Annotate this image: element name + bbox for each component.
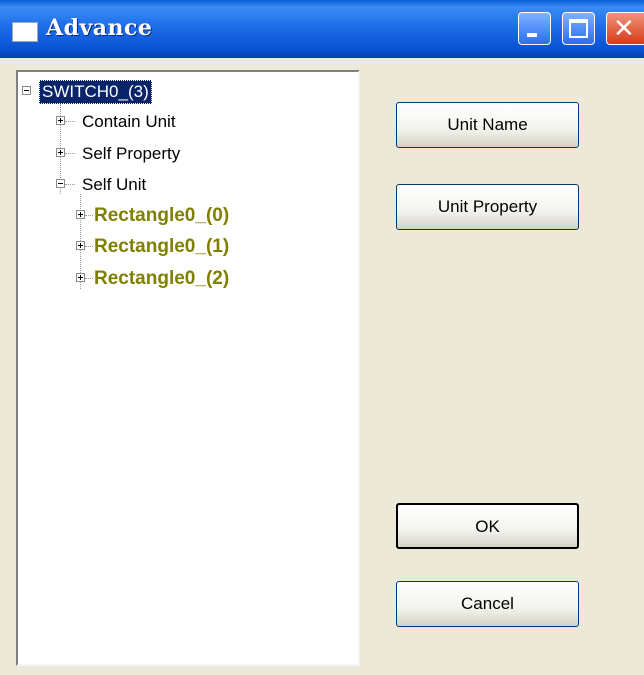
- advance-dialog: Advance ✕ SWITCH0_(3) Contain Unit Self …: [0, 0, 644, 675]
- unit-property-button[interactable]: Unit Property: [396, 184, 579, 230]
- unit-name-button[interactable]: Unit Name: [396, 102, 579, 148]
- tree-collapse-icon[interactable]: [22, 86, 31, 95]
- tree-node-self-property[interactable]: Self Property: [18, 142, 348, 166]
- close-icon: ✕: [613, 14, 635, 44]
- app-icon: [12, 22, 38, 42]
- tree-node-label: SWITCH0_(3): [39, 80, 152, 104]
- tree-node-rectangle-0[interactable]: Rectangle0_(0): [18, 204, 348, 228]
- tree-node-label: Rectangle0_(1): [94, 236, 230, 257]
- maximize-button[interactable]: [562, 12, 595, 45]
- tree-view[interactable]: SWITCH0_(3) Contain Unit Self Property S…: [16, 70, 360, 666]
- tree-node-label: Self Unit: [82, 175, 147, 194]
- window-title: Advance: [46, 15, 153, 41]
- ok-button[interactable]: OK: [396, 503, 579, 549]
- tree-connector: [85, 246, 93, 247]
- tree-node-label: Rectangle0_(2): [94, 268, 230, 289]
- close-button[interactable]: ✕: [606, 12, 644, 45]
- tree-node-rectangle-2[interactable]: Rectangle0_(2): [18, 267, 348, 291]
- tree-expand-icon[interactable]: [56, 148, 65, 157]
- maximize-icon: [569, 19, 588, 38]
- tree-connector: [65, 153, 75, 154]
- tree-node-label: Rectangle0_(0): [94, 205, 230, 226]
- tree-node-label: Contain Unit: [82, 112, 176, 131]
- tree-connector: [65, 184, 75, 185]
- tree-node-self-unit[interactable]: Self Unit: [18, 173, 348, 197]
- tree-expand-icon[interactable]: [76, 273, 85, 282]
- tree-node-label: Self Property: [82, 144, 181, 163]
- tree-connector: [65, 121, 75, 122]
- tree-node-contain-unit[interactable]: Contain Unit: [18, 110, 348, 134]
- tree-collapse-icon[interactable]: [56, 179, 65, 188]
- tree-expand-icon[interactable]: [56, 116, 65, 125]
- minimize-icon: [527, 33, 537, 37]
- tree-expand-icon[interactable]: [76, 210, 85, 219]
- tree-node-root[interactable]: SWITCH0_(3): [18, 80, 348, 104]
- title-bar[interactable]: Advance ✕: [0, 0, 644, 58]
- cancel-button[interactable]: Cancel: [396, 581, 579, 627]
- tree-connector: [85, 278, 93, 279]
- tree-node-rectangle-1[interactable]: Rectangle0_(1): [18, 235, 348, 259]
- tree-connector: [85, 215, 93, 216]
- minimize-button[interactable]: [518, 12, 551, 45]
- tree-expand-icon[interactable]: [76, 241, 85, 250]
